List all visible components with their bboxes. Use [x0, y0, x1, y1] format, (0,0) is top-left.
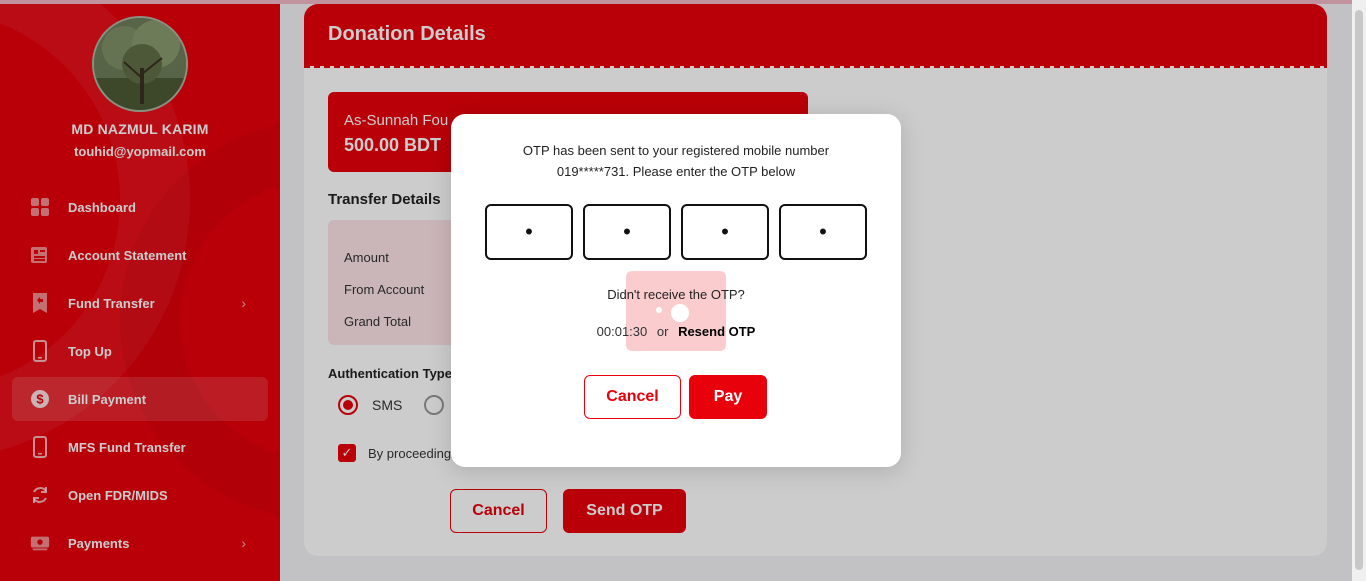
- otp-digit-4[interactable]: •: [779, 204, 867, 260]
- or-text: or: [656, 324, 669, 339]
- modal-cancel-button[interactable]: Cancel: [584, 375, 681, 419]
- otp-message-line1: OTP has been sent to your registered mob…: [522, 143, 830, 158]
- otp-message-line2: 019*****731. Please enter the OTP below: [556, 164, 796, 179]
- otp-timer: 00:01:30: [596, 324, 648, 339]
- ripple-dot: [671, 304, 689, 322]
- scrollbar[interactable]: [1352, 0, 1366, 581]
- otp-digit-3[interactable]: •: [681, 204, 769, 260]
- otp-digit-1[interactable]: •: [485, 204, 573, 260]
- resend-otp-link[interactable]: Resend OTP: [678, 324, 755, 339]
- otp-digit-2[interactable]: •: [583, 204, 671, 260]
- otp-message: OTP has been sent to your registered mob…: [481, 140, 871, 182]
- otp-modal: OTP has been sent to your registered mob…: [451, 114, 901, 467]
- resend-line: 00:01:30 or Resend OTP: [451, 324, 901, 339]
- scrollbar-thumb[interactable]: [1355, 10, 1363, 570]
- pay-button[interactable]: Pay: [689, 375, 767, 419]
- didnt-receive-text: Didn't receive the OTP?: [607, 287, 745, 302]
- click-ripple: [626, 271, 726, 351]
- ripple-dot: [656, 307, 662, 313]
